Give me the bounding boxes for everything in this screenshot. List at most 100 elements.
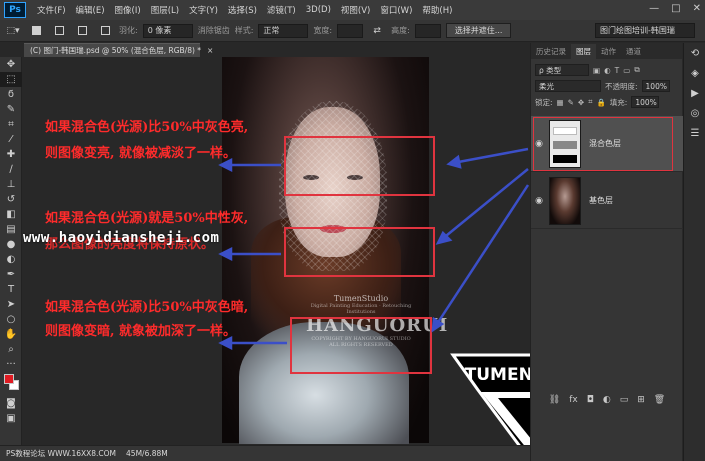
tab-history[interactable]: 历史记录 xyxy=(531,44,571,59)
move-tool-icon[interactable]: ✥ xyxy=(0,57,22,72)
crop-icon[interactable]: ⌗ xyxy=(0,117,22,132)
filter-adjust-icon[interactable]: ◐ xyxy=(604,66,611,75)
clone-stamp-icon[interactable]: ⊥ xyxy=(0,177,22,192)
lock-transparent-icon[interactable]: ▦ xyxy=(557,98,564,107)
panel-tabs: 历史记录 图层 动作 通道 xyxy=(531,43,682,59)
swap-icon[interactable]: ⇄ xyxy=(368,23,386,39)
feather-input[interactable]: 0 像素 xyxy=(142,23,193,38)
layers-panel-icon[interactable]: ◈ xyxy=(684,63,705,83)
close-button[interactable]: ✕ xyxy=(693,3,701,14)
delete-layer-icon[interactable]: 🗑 xyxy=(654,395,665,405)
blend-mode-select[interactable]: 柔光 xyxy=(535,80,601,92)
healing-brush-icon[interactable]: ✚ xyxy=(0,147,22,162)
adjustment-layer-icon[interactable]: ◐ xyxy=(603,395,611,405)
hand-icon[interactable]: ✋ xyxy=(0,327,22,342)
channels-icon[interactable]: ◎ xyxy=(684,103,705,123)
minimize-button[interactable]: — xyxy=(649,3,659,14)
menu-type[interactable]: 文字(Y) xyxy=(184,4,223,16)
add-mask-icon[interactable]: ◘ xyxy=(587,395,594,405)
photoshop-logo: Ps xyxy=(4,2,26,18)
new-layer-icon[interactable]: ⊞ xyxy=(637,395,645,405)
dodge-icon[interactable]: ◐ xyxy=(0,252,22,267)
path-select-icon[interactable]: ➤ xyxy=(0,297,22,312)
menu-layer[interactable]: 图层(L) xyxy=(146,4,184,16)
select-and-mask-button[interactable]: 选择并遮住... xyxy=(445,23,512,38)
menu-help[interactable]: 帮助(H) xyxy=(417,4,457,16)
eye-icon[interactable]: ◉ xyxy=(531,196,547,206)
menu-edit[interactable]: 编辑(E) xyxy=(71,4,110,16)
maximize-button[interactable]: □ xyxy=(671,3,680,14)
filter-type-icon[interactable]: T xyxy=(615,66,620,75)
screen-mode-icon[interactable]: ▣ xyxy=(0,411,22,426)
subtract-selection-icon[interactable] xyxy=(73,23,91,39)
filter-pixel-icon[interactable]: ▣ xyxy=(593,66,600,75)
rectangular-marquee-icon[interactable]: ⬚ xyxy=(0,72,22,87)
menu-window[interactable]: 窗口(W) xyxy=(375,4,417,16)
brush-icon[interactable]: ∕ xyxy=(0,162,22,177)
tab-layers[interactable]: 图层 xyxy=(571,44,596,59)
quick-select-icon[interactable]: ✎ xyxy=(0,102,22,117)
status-bar: PS教程论坛 WWW.16XX8.COM 45M/6.88M xyxy=(0,445,530,461)
document-tab[interactable]: (C) 图门-韩国瑞.psd @ 50% (混合色层, RGB/8) * × xyxy=(24,43,213,57)
right-icon-strip: ⟲ ◈ ▶ ◎ ☰ xyxy=(683,43,705,461)
width-input[interactable] xyxy=(337,23,364,38)
type-icon[interactable]: T xyxy=(0,282,22,297)
menu-3d[interactable]: 3D(D) xyxy=(301,5,336,15)
lock-move-icon[interactable]: ✥ xyxy=(578,98,584,107)
color-swatches[interactable] xyxy=(0,372,21,396)
height-input[interactable] xyxy=(414,23,441,38)
layer-filter-select[interactable]: ρ 类型 xyxy=(535,64,589,76)
more-tools-icon[interactable]: ··· xyxy=(0,357,22,372)
zoom-icon[interactable]: ⌕ xyxy=(0,342,22,357)
lock-brush-icon[interactable]: ✎ xyxy=(568,98,574,107)
window-controls: — □ ✕ xyxy=(649,3,701,14)
actions-play-icon[interactable]: ▶ xyxy=(684,83,705,103)
lock-label: 锁定: xyxy=(535,97,553,107)
quick-mask-icon[interactable]: ◙ xyxy=(0,396,22,411)
layer-name-base[interactable]: 基色层 xyxy=(589,195,613,206)
layer-row-base[interactable]: ◉ 基色层 xyxy=(531,173,683,229)
fx-icon[interactable]: fx xyxy=(569,395,578,405)
lasso-icon[interactable]: ϭ xyxy=(0,87,22,102)
new-group-icon[interactable]: ▭ xyxy=(620,395,629,405)
add-selection-icon[interactable] xyxy=(50,23,68,39)
properties-icon[interactable]: ☰ xyxy=(684,123,705,143)
close-tab-icon[interactable]: × xyxy=(207,46,213,55)
workspace-select[interactable]: 图门绘图培训-韩国瑞 xyxy=(595,23,695,38)
arrow-layer-to-light xyxy=(452,147,529,165)
tab-actions[interactable]: 动作 xyxy=(596,44,621,59)
fill-input[interactable]: 100% xyxy=(631,96,660,108)
tab-channels[interactable]: 通道 xyxy=(621,44,646,59)
pen-icon[interactable]: ✒ xyxy=(0,267,22,282)
eraser-icon[interactable]: ◧ xyxy=(0,207,22,222)
menu-view[interactable]: 视图(V) xyxy=(336,4,375,16)
menu-filter[interactable]: 滤镜(T) xyxy=(262,4,301,16)
blur-icon[interactable]: ● xyxy=(0,237,22,252)
gradient-icon[interactable]: ▤ xyxy=(0,222,22,237)
history-panel-icon[interactable]: ⟲ xyxy=(684,43,705,63)
foreground-color-swatch[interactable] xyxy=(4,374,14,384)
ellipse-shape-icon[interactable]: ○ xyxy=(0,312,22,327)
lock-artboard-icon[interactable]: ⌗ xyxy=(588,97,592,107)
layer-highlight-box xyxy=(533,117,673,171)
eyedropper-icon[interactable]: ⁄ xyxy=(0,132,22,147)
menu-select[interactable]: 选择(S) xyxy=(223,4,262,16)
intersect-selection-icon[interactable] xyxy=(96,23,114,39)
opacity-input[interactable]: 100% xyxy=(641,80,670,92)
menu-image[interactable]: 图像(I) xyxy=(110,4,146,16)
document-title: (C) 图门-韩国瑞.psd @ 50% (混合色层, RGB/8) * xyxy=(30,46,202,55)
marquee-tool-icon[interactable]: ⬚▾ xyxy=(4,23,22,39)
link-layers-icon[interactable]: ⛓ xyxy=(549,395,560,405)
arrow-head xyxy=(446,154,462,169)
new-selection-icon[interactable] xyxy=(27,23,45,39)
style-select[interactable]: 正常 xyxy=(258,23,309,38)
filter-shape-icon[interactable]: ▭ xyxy=(623,66,630,75)
antialias-label[interactable]: 消除锯齿 xyxy=(198,25,230,36)
canvas-area[interactable]: TumenStudio Digital Painting Education ·… xyxy=(23,57,530,445)
status-site: PS教程论坛 WWW.16XX8.COM xyxy=(6,449,117,458)
lock-all-icon[interactable]: 🔒 xyxy=(596,98,605,107)
filter-smart-icon[interactable]: ⧉ xyxy=(634,65,639,75)
arrow-head xyxy=(218,157,233,173)
menu-file[interactable]: 文件(F) xyxy=(32,4,71,16)
history-brush-icon[interactable]: ↺ xyxy=(0,192,22,207)
